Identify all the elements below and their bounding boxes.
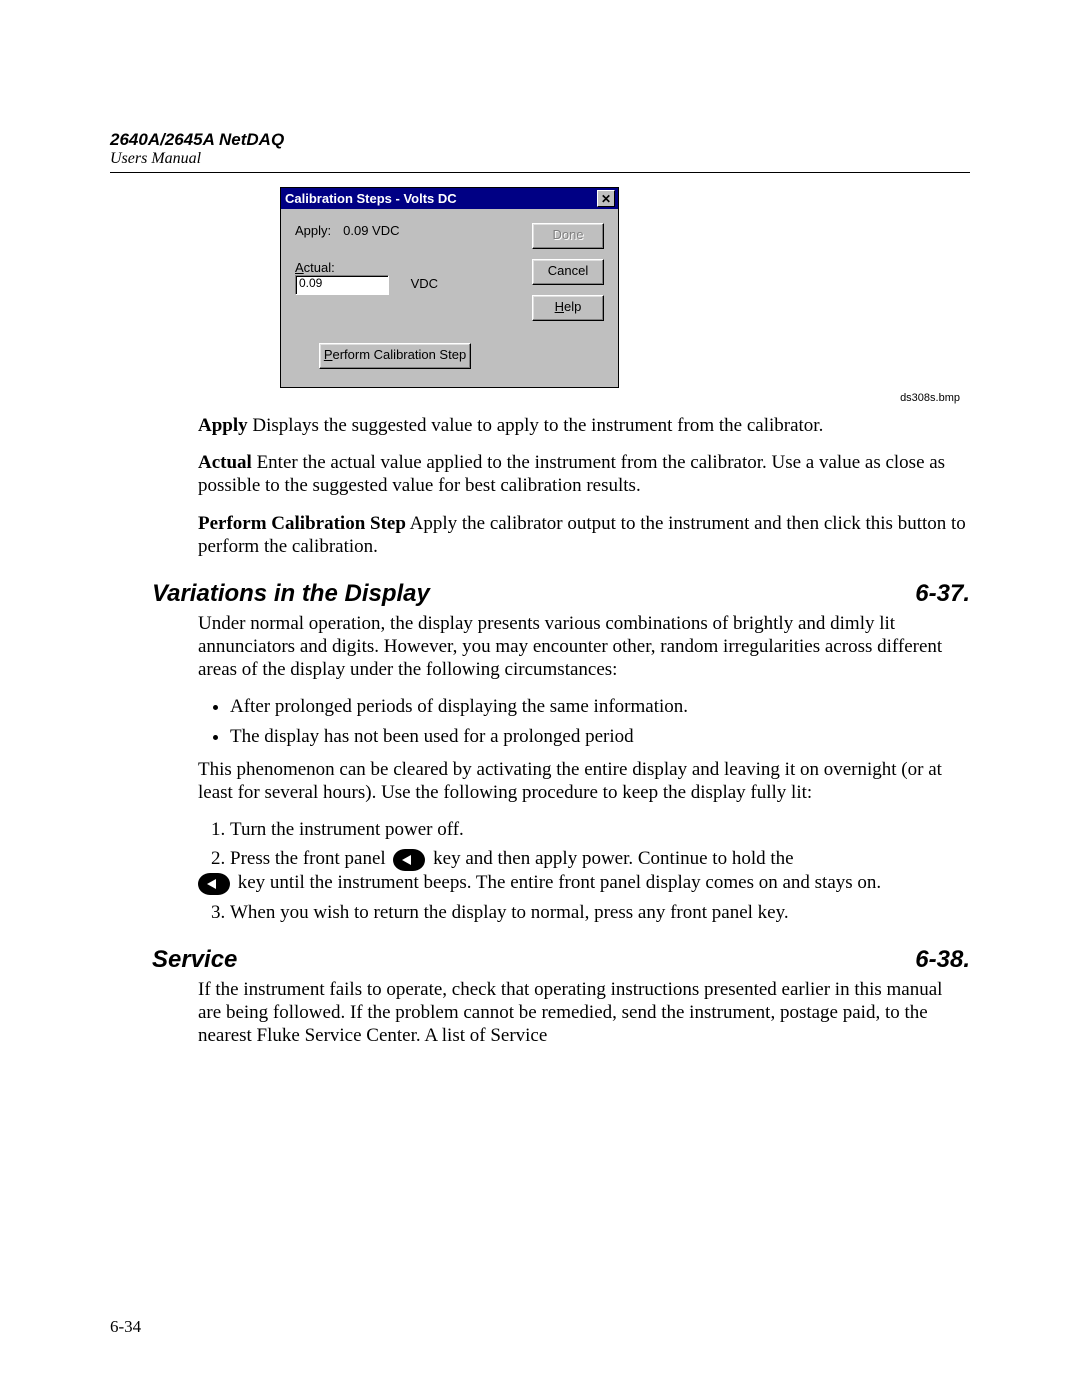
- def-apply: Apply Displays the suggested value to ap…: [198, 414, 970, 437]
- actual-unit: VDC: [411, 276, 438, 291]
- apply-value: 0.09 VDC: [343, 223, 399, 238]
- page-number: 6-34: [110, 1317, 141, 1337]
- definitions-block: Apply Displays the suggested value to ap…: [198, 414, 970, 558]
- done-button: Done: [532, 223, 604, 249]
- left-arrow-key-icon: [198, 873, 230, 895]
- subtitle-line: Users Manual: [110, 150, 970, 168]
- step2-c: key until the instrument beeps. The enti…: [233, 872, 881, 893]
- image-caption: ds308s.bmp: [280, 392, 960, 404]
- section1-body: Under normal operation, the display pres…: [198, 612, 970, 924]
- step2-b: key and then apply power. Continue to ho…: [428, 848, 793, 869]
- step-3: When you wish to return the display to n…: [230, 901, 970, 924]
- section-heading-service: Service 6-38.: [152, 946, 970, 974]
- bullet-1: After prolonged periods of displaying th…: [230, 695, 970, 718]
- sec2-text: If the instrument fails to operate, chec…: [198, 978, 970, 1048]
- section-number: 6-38.: [915, 946, 970, 974]
- manual-page: 2640A/2645A NetDAQ Users Manual Calibrat…: [0, 0, 1080, 1397]
- bullet-2: The display has not been used for a prol…: [230, 725, 970, 748]
- help-button[interactable]: Help: [532, 295, 604, 321]
- def-apply-text: Displays the suggested value to apply to…: [248, 415, 824, 436]
- term-actual: Actual: [198, 452, 252, 473]
- perform-calibration-button[interactable]: Perform Calibration Step: [319, 343, 471, 369]
- section-heading-variations: Variations in the Display 6-37.: [152, 580, 970, 608]
- actual-field: Actual: 0.09 VDC: [295, 260, 604, 295]
- step2-a: Press the front panel: [230, 848, 390, 869]
- dialog-titlebar: Calibration Steps - Volts DC ✕: [281, 188, 618, 209]
- dialog-screenshot: Calibration Steps - Volts DC ✕ Done Canc…: [280, 187, 970, 404]
- def-perform: Perform Calibration Step Apply the calib…: [198, 512, 970, 558]
- dialog-title: Calibration Steps - Volts DC: [285, 191, 457, 206]
- dialog-body: Done Cancel Help Apply: 0.09 VDC Actual:…: [281, 209, 618, 387]
- actual-label: Actual:: [295, 260, 604, 275]
- term-apply: Apply: [198, 415, 248, 436]
- term-perform: Perform Calibration Step: [198, 513, 406, 534]
- sec1-para2: This phenomenon can be cleared by activa…: [198, 758, 970, 804]
- section-title: Service: [152, 946, 237, 974]
- step-2: Press the front panel key and then apply…: [230, 847, 970, 894]
- close-icon[interactable]: ✕: [597, 190, 615, 207]
- sec1-intro: Under normal operation, the display pres…: [198, 612, 970, 682]
- model-line: 2640A/2645A NetDAQ: [110, 130, 970, 150]
- sec1-bullets: After prolonged periods of displaying th…: [198, 695, 970, 747]
- calibration-dialog: Calibration Steps - Volts DC ✕ Done Canc…: [280, 187, 619, 388]
- page-header: 2640A/2645A NetDAQ Users Manual: [110, 130, 970, 173]
- step-1: Turn the instrument power off.: [230, 818, 970, 841]
- apply-label: Apply:: [295, 223, 331, 238]
- actual-input[interactable]: 0.09: [295, 275, 389, 295]
- section2-body: If the instrument fails to operate, chec…: [198, 978, 970, 1048]
- sec1-steps: Turn the instrument power off. Press the…: [198, 818, 970, 924]
- section-title: Variations in the Display: [152, 580, 430, 608]
- left-arrow-key-icon: [393, 849, 425, 871]
- def-actual: Actual Enter the actual value applied to…: [198, 451, 970, 497]
- section-number: 6-37.: [915, 580, 970, 608]
- def-actual-text: Enter the actual value applied to the in…: [198, 452, 945, 496]
